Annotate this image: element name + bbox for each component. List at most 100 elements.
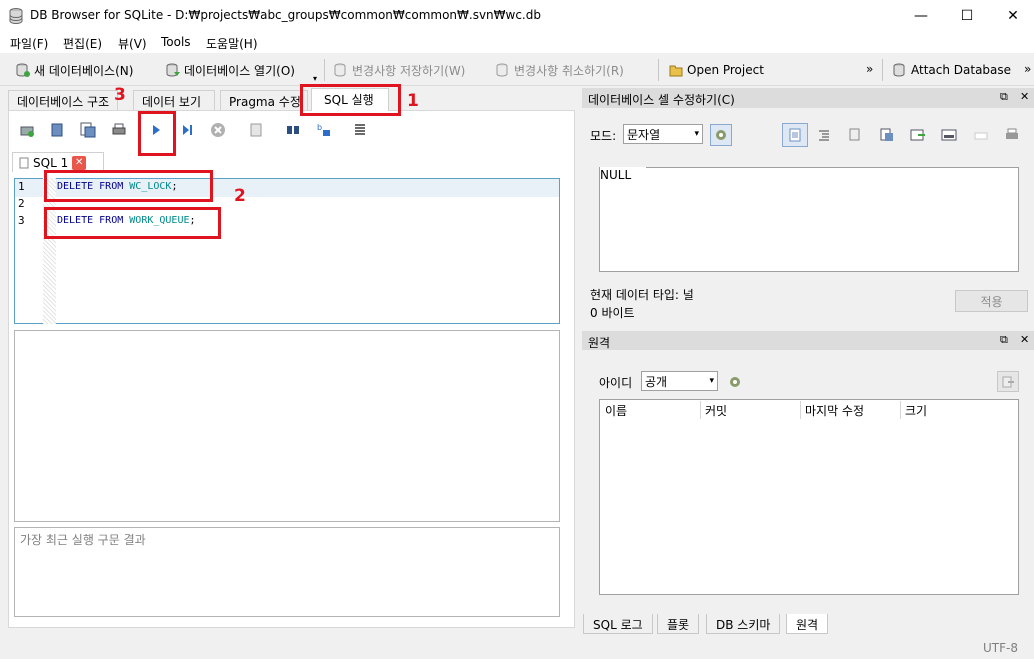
toolbar-separator: [882, 59, 883, 81]
mode-label: 모드:: [590, 129, 617, 143]
chevron-down-icon: ▾: [709, 376, 714, 386]
tab-db-schema[interactable]: DB 스키마: [706, 614, 781, 634]
auto-switch-mode-button[interactable]: [710, 124, 732, 146]
line-number: 1: [18, 180, 25, 193]
save-results-button[interactable]: [247, 120, 267, 140]
find-icon: [287, 126, 299, 134]
toolbar-overflow-icon-2[interactable]: »: [1024, 62, 1031, 76]
minimize-button[interactable]: —: [898, 0, 944, 32]
identity-select[interactable]: 공개 ▾: [641, 371, 718, 391]
push-database-button[interactable]: [997, 371, 1019, 392]
printer-icon: [112, 123, 126, 135]
chevron-down-icon: ▾: [694, 129, 699, 139]
print-button[interactable]: [109, 120, 129, 140]
execution-message-placeholder: 가장 최근 실행 구문 결과: [20, 533, 146, 547]
undock-icon[interactable]: ⧉: [1000, 333, 1008, 347]
open-database-label: 데이터베이스 열기(O): [184, 63, 295, 78]
column-header-commit[interactable]: 커밋: [705, 402, 727, 419]
dock-close-icon[interactable]: ✕: [1020, 333, 1029, 346]
annotation-number-2: 2: [234, 186, 246, 206]
annotation-number-3: 3: [114, 85, 126, 105]
open-tab-icon: [20, 126, 34, 137]
tab-plot[interactable]: 플롯: [657, 614, 700, 634]
column-divider: [900, 401, 901, 419]
cell-value-text: NULL: [600, 168, 632, 182]
apply-button[interactable]: 적용: [955, 290, 1028, 312]
import-icon[interactable]: [848, 128, 864, 142]
sql-editor-tab-label: SQL 1: [33, 155, 69, 170]
identity-label: 아이디: [599, 376, 633, 390]
comment-lines-icon: [355, 124, 365, 135]
blank-icon[interactable]: [974, 131, 988, 141]
attach-database-icon: [893, 63, 905, 77]
dock-close-icon[interactable]: ✕: [1020, 90, 1029, 103]
column-header-last-modified[interactable]: 마지막 수정: [805, 402, 864, 419]
find-replace-icon: b: [317, 123, 330, 136]
revert-changes-icon: [496, 63, 508, 77]
window-title: DB Browser for SQLite - D:₩projects₩abc_…: [30, 8, 541, 22]
annotation-box-2a: [44, 170, 213, 202]
svg-text:b: b: [317, 123, 322, 132]
app-database-icon: [9, 8, 23, 24]
annotation-box-3: [138, 111, 176, 156]
cell-value-editor[interactable]: [599, 167, 1019, 272]
tab-database-structure[interactable]: 데이터베이스 구조: [8, 90, 118, 110]
open-database-icon: [166, 63, 180, 77]
push-icon: [1002, 376, 1014, 387]
stop-icon: [211, 123, 225, 137]
save-sql-file-icon: [80, 122, 96, 138]
query-results-grid[interactable]: [14, 330, 560, 522]
toolbar-separator: [658, 59, 659, 81]
export-icon[interactable]: [879, 128, 895, 142]
column-divider: [800, 401, 801, 419]
open-database-button[interactable]: 데이터베이스 열기(O): [166, 61, 295, 79]
tab-remote[interactable]: 원격: [786, 614, 829, 634]
cell-editor-margin: [600, 167, 646, 270]
remote-title: 원격: [588, 336, 611, 350]
write-changes-label: 변경사항 저장하기(W): [352, 63, 466, 78]
remote-file-table[interactable]: [599, 399, 1019, 595]
attach-database-button[interactable]: Attach Database: [893, 61, 1011, 79]
open-sql-file-button[interactable]: [47, 120, 67, 140]
indent-icon[interactable]: [817, 128, 831, 142]
column-header-name[interactable]: 이름: [605, 402, 627, 419]
tab-sql-log[interactable]: SQL 로그: [583, 614, 653, 634]
open-database-dropdown-icon[interactable]: ▾: [313, 74, 317, 83]
set-null-icon[interactable]: [941, 128, 957, 142]
comment-toggle-button[interactable]: [350, 120, 370, 140]
stop-execution-button[interactable]: [208, 120, 228, 140]
identity-settings-button[interactable]: [724, 371, 746, 392]
menu-help[interactable]: 도움말(H): [206, 35, 258, 52]
maximize-button[interactable]: ☐: [944, 0, 990, 32]
close-button[interactable]: ✕: [990, 0, 1034, 32]
menu-file[interactable]: 파일(F): [10, 35, 48, 52]
write-changes-button[interactable]: 변경사항 저장하기(W): [334, 61, 465, 79]
save-sql-file-button[interactable]: [78, 120, 98, 140]
close-tab-icon[interactable]: ✕: [72, 155, 87, 170]
undock-icon[interactable]: ⧉: [1000, 90, 1008, 104]
execute-current-line-button[interactable]: [177, 120, 197, 140]
menu-view[interactable]: 뷰(V): [118, 35, 147, 52]
revert-changes-button[interactable]: 변경사항 취소하기(R): [496, 61, 624, 79]
open-tab-button[interactable]: [17, 120, 37, 140]
open-project-label: Open Project: [687, 63, 764, 77]
column-header-size[interactable]: 크기: [905, 402, 927, 419]
find-replace-button[interactable]: b: [314, 120, 334, 140]
toolbar-overflow-icon[interactable]: »: [866, 62, 873, 76]
print-cell-icon[interactable]: [1004, 128, 1020, 142]
open-project-button[interactable]: Open Project: [669, 61, 764, 79]
tab-edit-pragmas[interactable]: Pragma 수정: [220, 90, 308, 110]
menu-tools[interactable]: Tools: [161, 35, 191, 49]
text-document-icon: [789, 128, 801, 142]
open-external-icon[interactable]: [910, 128, 926, 142]
find-button[interactable]: [283, 120, 303, 140]
sql-file-icon: [19, 157, 29, 168]
new-database-button[interactable]: 새 데이터베이스(N): [16, 61, 133, 79]
tab-browse-data[interactable]: 데이터 보기: [133, 90, 215, 110]
line-number: 3: [18, 214, 25, 227]
remote-dock-title: 원격: [582, 331, 1034, 351]
sql-editor-tab[interactable]: SQL 1 ✕: [12, 152, 104, 172]
attach-database-label: Attach Database: [911, 63, 1012, 77]
menu-edit[interactable]: 편집(E): [63, 35, 102, 52]
mode-select[interactable]: 문자열 ▾: [623, 124, 703, 144]
